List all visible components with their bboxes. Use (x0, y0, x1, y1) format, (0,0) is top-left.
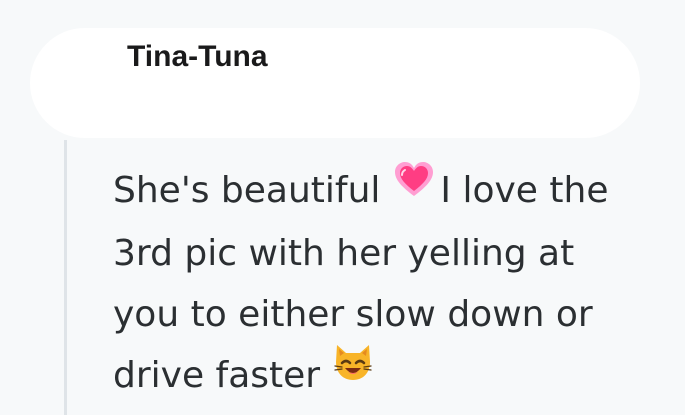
comment-author[interactable]: Tina-Tuna (127, 40, 268, 74)
comment-text: She's beautiful (113, 170, 381, 211)
thread-line[interactable] (64, 140, 67, 415)
comment-line: 3rd pic with her yelling at (113, 232, 575, 274)
comment-text: drive faster (113, 354, 321, 396)
comment-line: She's beautiful I love the (113, 160, 673, 223)
redaction-blob (310, 38, 460, 76)
sparkling-heart-icon (394, 156, 434, 217)
comment-line: drive faster (113, 345, 673, 408)
comment-line: you to either slow down or (113, 293, 593, 335)
comment-body: She's beautiful I love the 3rd pic with … (113, 160, 673, 407)
smiling-cat-face-icon (332, 340, 374, 401)
comment-text: I love the (440, 170, 609, 211)
